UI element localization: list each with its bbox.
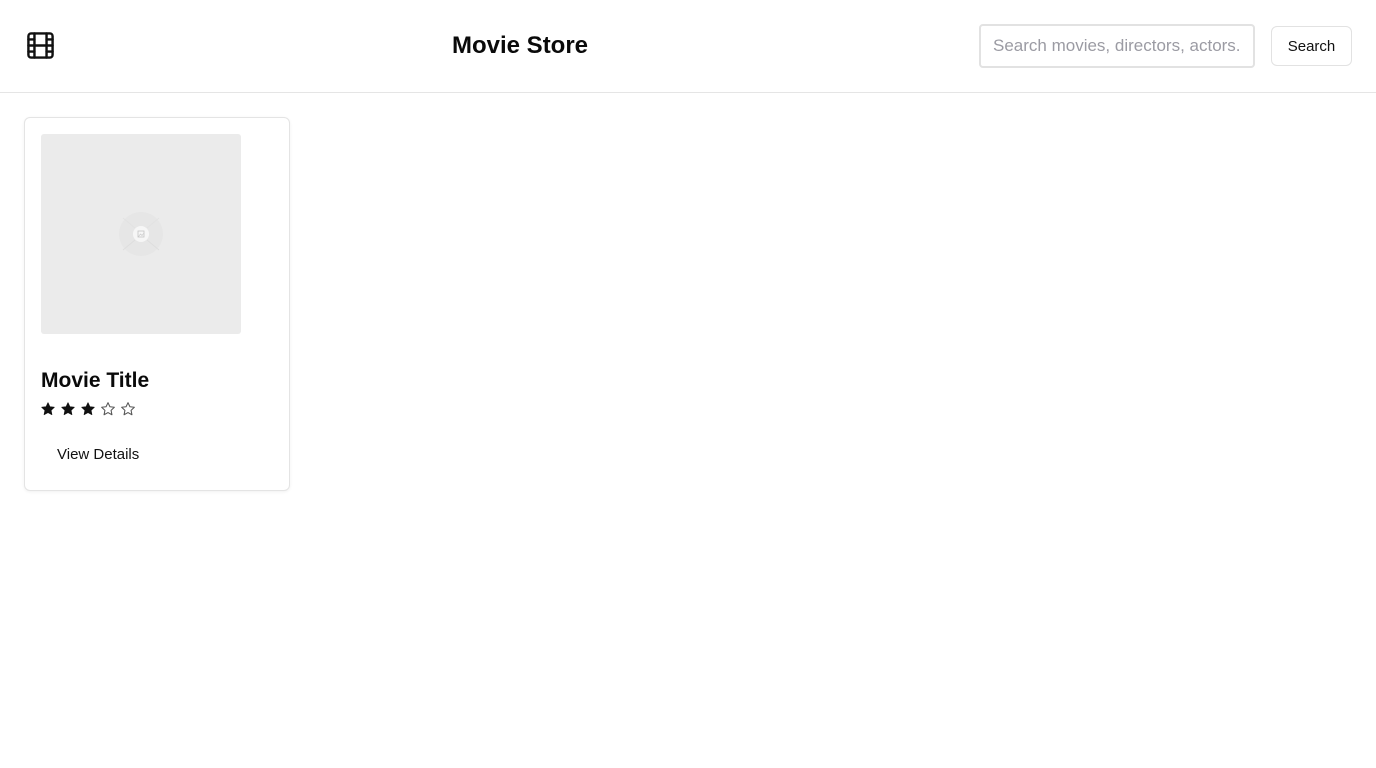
app-header: Movie Store Search [0,0,1376,93]
star-empty-icon [120,401,136,417]
movie-title: Movie Title [41,369,150,392]
movie-card: Movie Title View Details [24,117,290,491]
view-details-button[interactable]: View Details [41,438,155,470]
app-title: Movie Store [452,32,589,59]
star-filled-icon [60,401,76,417]
image-placeholder-icon [118,211,164,257]
search-input[interactable] [979,24,1255,68]
star-rating [40,401,136,419]
movie-poster [41,134,241,334]
star-filled-icon [40,401,56,417]
star-empty-icon [100,401,116,417]
star-filled-icon [80,401,96,417]
film-icon[interactable] [26,31,55,60]
search-button[interactable]: Search [1271,26,1352,66]
